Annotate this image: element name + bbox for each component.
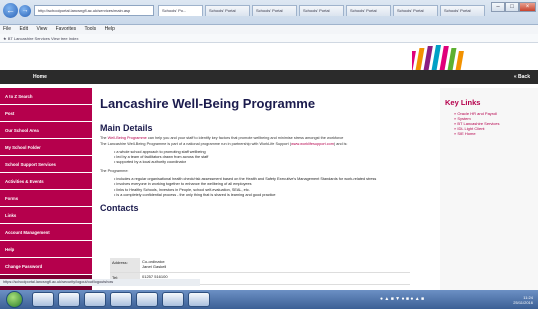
start-button-icon[interactable] (6, 291, 23, 308)
sidebar-item-a-to-z[interactable]: A to Z Search (0, 88, 92, 105)
page-title: Lancashire Well-Being Programme (100, 96, 316, 111)
intro-text: The Lancashire Well-Being Programme is p… (100, 141, 292, 146)
intro-paragraph-2: The Lancashire Well-Being Programme is p… (100, 142, 438, 148)
browser-tab[interactable]: Schools' Portal (299, 5, 344, 16)
list-item: is a completely confidential process - t… (100, 193, 438, 198)
sidebar-item-links[interactable]: Links (0, 207, 92, 224)
media-player-icon[interactable] (84, 292, 106, 307)
maximize-icon[interactable]: □ (505, 2, 519, 12)
favorites-bar: ★ BT Lancashire Services View tree Index (0, 34, 538, 43)
key-links-heading: Key Links (445, 98, 481, 107)
menu-file[interactable]: File (3, 26, 11, 32)
home-link[interactable]: Home (33, 70, 47, 84)
status-bar-url: https://schoolportal.lancsngfl.ac.uk/sec… (0, 279, 200, 286)
word-icon[interactable] (136, 292, 158, 307)
key-link-sie-home[interactable]: SIE Home (440, 131, 538, 136)
sidebar-item-support-services[interactable]: School Support Services (0, 156, 92, 173)
browser-tab[interactable]: Schools' Po... (158, 5, 203, 16)
main-content: Lancashire Well-Being Programme Main Det… (100, 88, 438, 290)
sidebar-item-our-school-area[interactable]: Our School Area (0, 122, 92, 139)
programme-list: includes a regular organisational health… (100, 177, 438, 198)
browser-tab[interactable]: Schools' Portal (205, 5, 250, 16)
site-nav: Home « Back (0, 70, 538, 84)
ie-icon[interactable] (32, 292, 54, 307)
main-details-heading: Main Details (100, 123, 153, 133)
menu-edit[interactable]: Edit (19, 26, 28, 32)
key-links-list: Oracle HR and Payroll System BT Lancashi… (440, 111, 538, 136)
sidebar-item-post[interactable]: Post (0, 105, 92, 122)
back-arrow-icon[interactable]: ← (3, 3, 18, 18)
explorer-folder-icon[interactable] (58, 292, 80, 307)
intro-text: The (100, 136, 108, 140)
close-icon[interactable]: × (519, 2, 536, 12)
sidebar-item-help[interactable]: Help (0, 241, 92, 258)
taskbar: ● ▲ ■ ▼ ● ■ ● ▲ ■ 11:24 25/11/2016 (0, 290, 538, 309)
sidebar-item-account-management[interactable]: Account Management (0, 224, 92, 241)
menu-favorites[interactable]: Favorites (56, 26, 77, 32)
screen: ← → http://schoolportal.lancsngfl.ac.uk/… (0, 0, 538, 309)
list-item: supported by a local authority coordinat… (100, 160, 438, 165)
wellbeing-programme-link[interactable]: Well-Being Programme (108, 136, 147, 140)
outlook-icon[interactable] (110, 292, 132, 307)
menu-bar: File Edit View Favorites Tools Help (0, 25, 538, 34)
back-link[interactable]: « Back (514, 70, 530, 84)
forward-arrow-icon[interactable]: → (19, 5, 31, 17)
favorites-link[interactable]: BT Lancashire Services View tree Index (8, 36, 79, 41)
browser-tab[interactable]: Schools' Portal (440, 5, 485, 16)
clock[interactable]: 11:24 25/11/2016 (513, 295, 533, 305)
sidebar: A to Z Search Post Our School Area My Sc… (0, 88, 92, 292)
browser-tab[interactable]: Schools' Portal (393, 5, 438, 16)
clock-date: 25/11/2016 (513, 300, 533, 305)
system-tray-icons[interactable]: ● ▲ ■ ▼ ● ■ ● ▲ ■ (380, 296, 480, 304)
sidebar-item-my-school-folder[interactable]: My School Folder (0, 139, 92, 156)
intro-text: ) and is: (333, 141, 348, 146)
site-banner (0, 43, 538, 70)
table-row: Address: Co-ordinator: Janet Gaskell (110, 258, 410, 273)
sidebar-item-change-password[interactable]: Change Password (0, 258, 92, 275)
excel-icon[interactable] (162, 292, 184, 307)
contacts-heading: Contacts (100, 202, 139, 213)
sidebar-item-activities[interactable]: Activities & Events (0, 173, 92, 190)
worklife-support-link[interactable]: www.worklifesupport.com (291, 142, 334, 146)
menu-help[interactable]: Help (105, 26, 115, 32)
programme-label: The Programme: (100, 168, 129, 173)
intro-text: can help you and your staff to identify … (146, 136, 344, 140)
browser-tab[interactable]: Schools' Portal (346, 5, 391, 16)
menu-view[interactable]: View (36, 26, 47, 32)
app-icon[interactable] (188, 292, 210, 307)
banner-stripes-image (412, 45, 464, 70)
browser-titlebar: ← → http://schoolportal.lancsngfl.ac.uk/… (0, 0, 538, 25)
address-bar[interactable]: http://schoolportal.lancsngfl.ac.uk/serv… (34, 5, 154, 16)
contact-value: Co-ordinator: Janet Gaskell (142, 259, 167, 269)
sidebar-item-forms[interactable]: Forms (0, 190, 92, 207)
minimize-icon[interactable]: – (491, 2, 505, 12)
key-links-panel: Key Links Oracle HR and Payroll System B… (440, 88, 538, 290)
contact-key: Address: (110, 258, 140, 272)
browser-tab[interactable]: Schools' Portal (252, 5, 297, 16)
menu-tools[interactable]: Tools (84, 26, 96, 32)
approach-list: a whole school approach to promoting sta… (100, 150, 438, 166)
